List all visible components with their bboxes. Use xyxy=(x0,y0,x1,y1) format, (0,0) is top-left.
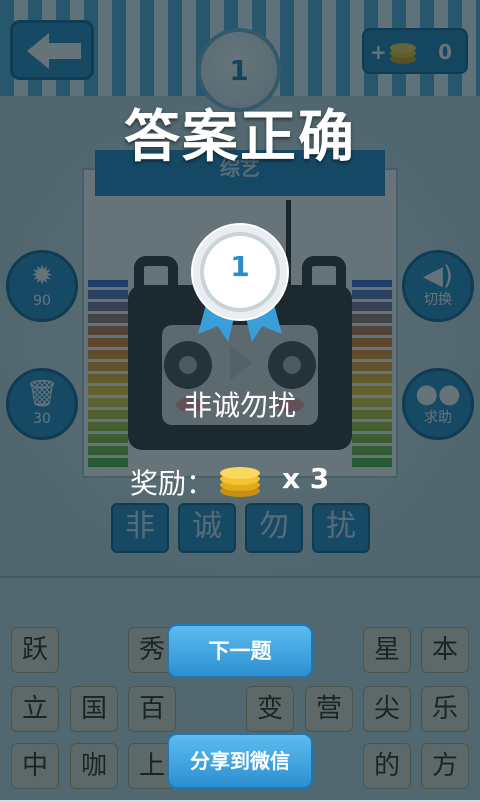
reward-label: 奖励： xyxy=(130,467,215,500)
medal: 1 xyxy=(190,222,290,346)
reward-row: 奖励： x 3 xyxy=(0,462,480,502)
next-question-button[interactable]: 下一题 xyxy=(167,624,313,678)
reward-multiplier: x 3 xyxy=(282,462,330,495)
correct-answer: 非诚勿扰 xyxy=(183,389,296,422)
medal-ribbon-icon xyxy=(191,223,289,342)
coin-stack-icon xyxy=(220,467,260,497)
share-wechat-button[interactable]: 分享到微信 xyxy=(167,733,313,789)
medal-number: 1 xyxy=(230,250,250,283)
result-title: 答案正确 xyxy=(124,105,356,170)
